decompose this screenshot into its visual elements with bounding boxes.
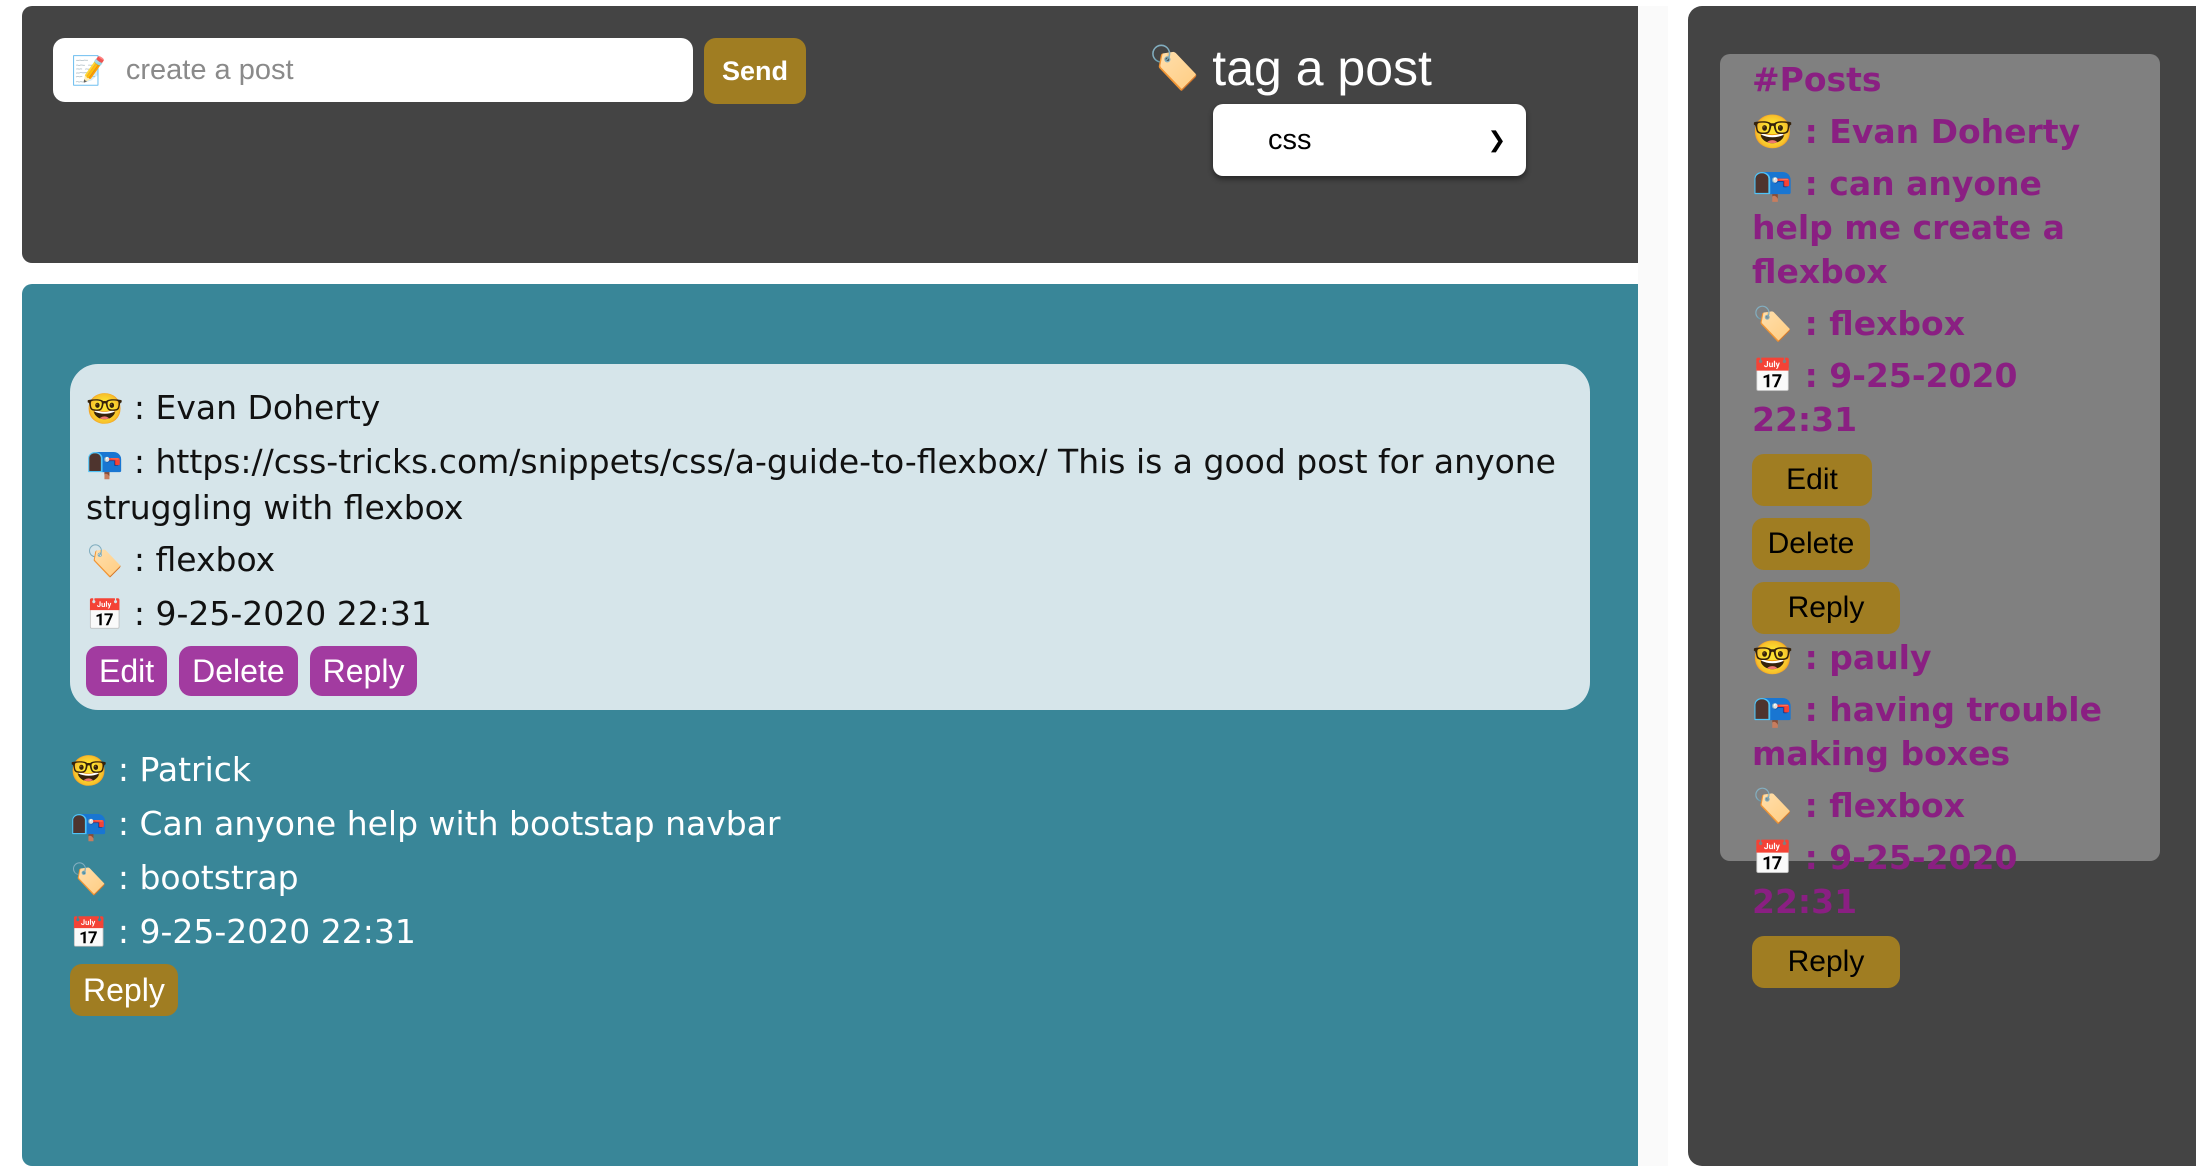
sidebar-author: : pauly — [1804, 638, 1932, 677]
mailbox-icon: 📭 — [70, 808, 108, 843]
mailbox-icon: 📭 — [1752, 164, 1794, 203]
post-date: : 9-25-2020 22:31 — [117, 912, 416, 951]
sidebar-tag: : flexbox — [1804, 786, 1965, 825]
tag-icon: 🏷️ — [1752, 304, 1794, 343]
post-author-line: 🤓 : Evan Doherty — [86, 386, 1574, 432]
sidebar-delete-button[interactable]: Delete — [1752, 518, 1870, 570]
sidebar-message: : can anyone help me create a flexbox — [1752, 164, 2065, 291]
post-message: : https://css-tricks.com/snippets/css/a-… — [86, 442, 1556, 527]
mailbox-icon: 📭 — [1752, 690, 1794, 729]
tag-icon: 🏷️ — [86, 544, 124, 579]
divider-strip — [1638, 6, 1668, 1166]
tag-select-value: css — [1268, 123, 1312, 156]
tag-icon: 🏷️ — [1752, 786, 1794, 825]
calendar-icon: 📅 — [70, 916, 108, 951]
post-tag-line: 🏷️ : bootstrap — [70, 856, 781, 902]
calendar-icon: 📅 — [86, 598, 124, 633]
delete-button[interactable]: Delete — [179, 646, 298, 696]
calendar-icon: 📅 — [1752, 838, 1794, 877]
post-date: : 9-25-2020 22:31 — [133, 594, 432, 633]
post-date-line: 📅 : 9-25-2020 22:31 — [70, 910, 781, 956]
tag-select[interactable]: css ❯ — [1213, 104, 1526, 176]
post-author: : Patrick — [117, 750, 252, 789]
tag-heading: 🏷️ tag a post — [1148, 38, 1432, 98]
post-tag: : bootstrap — [117, 858, 299, 897]
nerd-face-icon: 🤓 — [1752, 638, 1794, 677]
sidebar-date-line: 📅 : 9-25-2020 22:31 — [1752, 354, 2130, 442]
post-message-line: 📭 : Can anyone help with bootstap navbar — [70, 802, 781, 848]
sidebar-tag-line: 🏷️ : flexbox — [1752, 784, 2130, 828]
sidebar-message-line: 📭 : having trouble making boxes — [1752, 688, 2130, 776]
tag-icon: 🏷️ — [1148, 43, 1201, 91]
sidebar-reply-button[interactable]: Reply — [1752, 582, 1900, 634]
sidebar-message-line: 📭 : can anyone help me create a flexbox — [1752, 162, 2130, 294]
post-item: 🤓 : Patrick 📭 : Can anyone help with boo… — [70, 748, 781, 1016]
mailbox-icon: 📭 — [86, 446, 124, 481]
post-tag-line: 🏷️ : flexbox — [86, 538, 1574, 584]
sidebar-edit-button[interactable]: Edit — [1752, 454, 1872, 506]
sidebar-tag-line: 🏷️ : flexbox — [1752, 302, 2130, 346]
chevron-down-icon: ❯ — [1487, 127, 1506, 153]
send-button[interactable]: Send — [704, 38, 806, 104]
sidebar-author-line: 🤓 : pauly — [1752, 636, 2130, 680]
post-card: 🤓 : Evan Doherty 📭 : https://css-tricks.… — [70, 364, 1590, 710]
post-tag: : flexbox — [133, 540, 276, 579]
nerd-face-icon: 🤓 — [70, 754, 108, 789]
post-message-line: 📭 : https://css-tricks.com/snippets/css/… — [86, 440, 1574, 530]
sidebar-posts-box: #Posts 🤓 : Evan Doherty 📭 : can anyone h… — [1720, 54, 2160, 988]
tag-icon: 🏷️ — [70, 862, 108, 897]
sidebar-message: : having trouble making boxes — [1752, 690, 2102, 773]
sidebar-author-line: 🤓 : Evan Doherty — [1752, 110, 2130, 154]
reply-button[interactable]: Reply — [309, 646, 418, 696]
sidebar-date-line: 📅 : 9-25-2020 22:31 — [1752, 836, 2130, 924]
post-actions: Edit Delete Reply — [86, 646, 1574, 696]
post-author: : Evan Doherty — [133, 388, 381, 427]
memo-icon: 📝 — [71, 53, 106, 87]
reply-button[interactable]: Reply — [70, 964, 178, 1016]
post-date-line: 📅 : 9-25-2020 22:31 — [86, 592, 1574, 638]
sidebar-tag: : flexbox — [1804, 304, 1965, 343]
sidebar-reply-button[interactable]: Reply — [1752, 936, 1900, 988]
calendar-icon: 📅 — [1752, 356, 1794, 395]
create-post-input[interactable] — [123, 52, 693, 88]
nerd-face-icon: 🤓 — [1752, 112, 1794, 151]
edit-button[interactable]: Edit — [86, 646, 168, 696]
sidebar-heading: #Posts — [1752, 60, 1882, 99]
post-author-line: 🤓 : Patrick — [70, 748, 781, 794]
tag-heading-text: tag a post — [1212, 40, 1432, 96]
create-post-field[interactable]: 📝 — [53, 38, 693, 102]
post-message: : Can anyone help with bootstap navbar — [117, 804, 781, 843]
sidebar-author: : Evan Doherty — [1804, 112, 2081, 151]
nerd-face-icon: 🤓 — [86, 392, 124, 427]
